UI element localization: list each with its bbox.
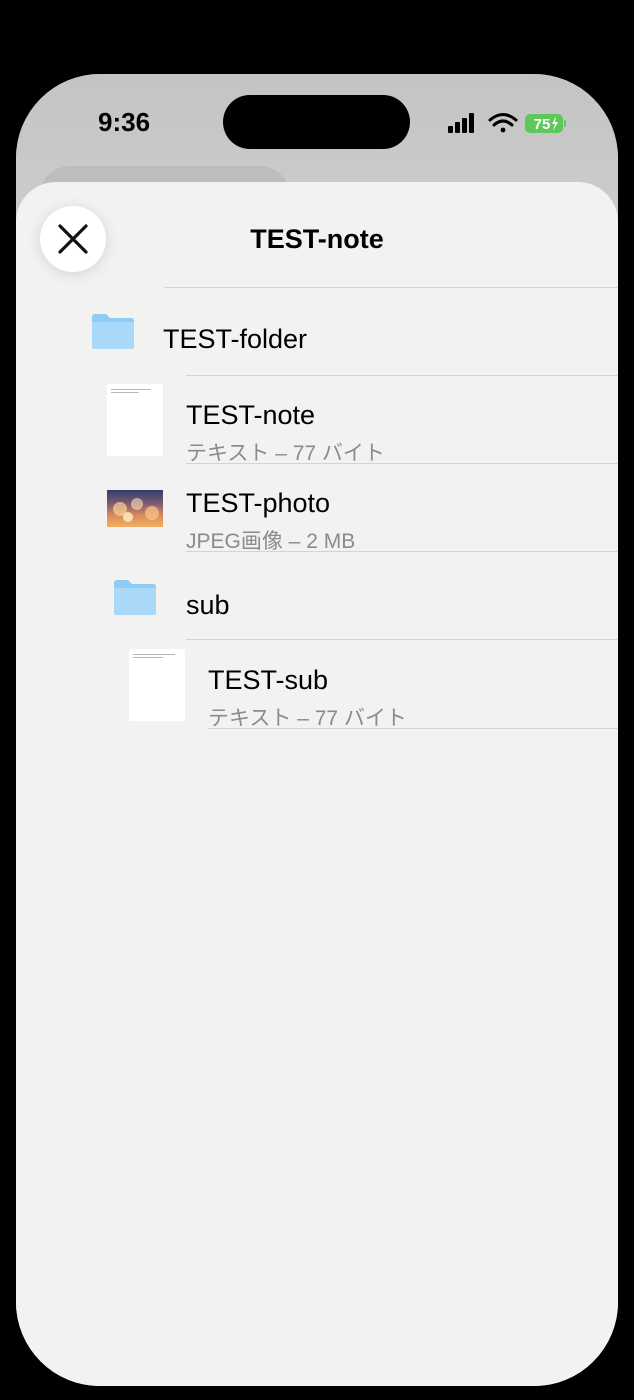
divider xyxy=(164,287,618,288)
dynamic-island xyxy=(223,95,410,149)
battery-level: 75 xyxy=(534,116,551,133)
photo-thumbnail xyxy=(107,490,163,527)
wifi-icon xyxy=(488,113,518,133)
phone-screen: 9:36 75 TEST-note TEST-folder TEST-note … xyxy=(16,74,618,1386)
item-name: TEST-folder xyxy=(163,324,308,354)
divider xyxy=(186,551,618,552)
divider xyxy=(186,639,618,640)
divider xyxy=(208,728,618,729)
divider xyxy=(186,375,618,376)
folder-icon xyxy=(92,314,134,349)
item-name: sub xyxy=(186,590,230,620)
file-sheet: TEST-note TEST-folder TEST-note テキスト – 7… xyxy=(16,182,618,1386)
item-name: TEST-photo xyxy=(186,488,331,518)
folder-icon xyxy=(114,580,156,615)
status-icons: 75 xyxy=(448,113,566,133)
sheet-title: TEST-note xyxy=(250,224,384,254)
cellular-signal-icon xyxy=(448,113,474,133)
status-time: 9:36 xyxy=(98,107,151,137)
item-name: TEST-note xyxy=(186,400,316,430)
item-name: TEST-sub xyxy=(208,665,329,695)
document-thumbnail xyxy=(107,384,163,456)
divider xyxy=(186,463,618,464)
document-thumbnail xyxy=(129,649,185,721)
battery-icon: 75 xyxy=(525,114,566,133)
